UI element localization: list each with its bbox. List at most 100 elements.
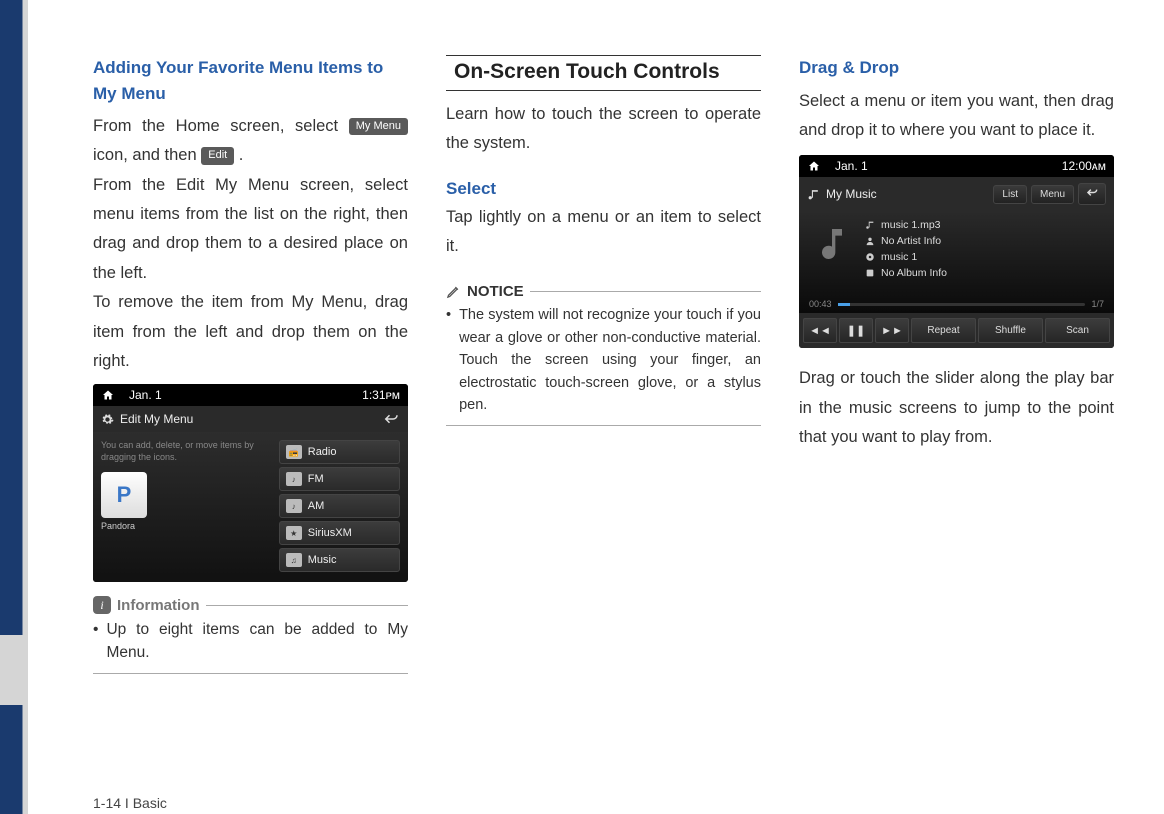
screenshot-my-music: Jan. 1 12:00ᴀᴍ My Music List Menu: [799, 155, 1114, 348]
list-label: FM: [308, 473, 324, 485]
repeat-button: Repeat: [911, 318, 976, 343]
time-elapsed: 00:43: [809, 299, 832, 309]
song-name: music 1: [881, 251, 917, 263]
ss1-date: Jan. 1: [129, 388, 162, 402]
my-menu-button-label: My Menu: [349, 118, 408, 135]
prev-button: ◄◄: [803, 318, 837, 343]
list-button: List: [993, 185, 1027, 204]
back-button: [1078, 183, 1106, 205]
artist-icon: [865, 236, 875, 246]
am-icon: ♪: [286, 499, 302, 513]
paragraph-3: To remove the item from My Menu, drag it…: [93, 288, 408, 376]
section-on-screen-touch: On-Screen Touch Controls: [446, 55, 761, 91]
notice-footer-divider: [446, 425, 761, 426]
ss1-statusbar: Jan. 1 1:31ᴘᴍ: [93, 384, 408, 406]
album-name: No Album Info: [881, 267, 947, 279]
pause-button: ❚❚: [839, 318, 873, 343]
back-icon: [382, 412, 400, 426]
information-block: i Information • Up to eight items can be…: [93, 596, 408, 674]
list-item-music: ♫ Music: [279, 548, 400, 572]
column-3: Drag & Drop Select a menu or item you wa…: [799, 55, 1114, 814]
next-button: ►►: [875, 318, 909, 343]
music-icon: ♫: [286, 553, 302, 567]
scan-button: Scan: [1045, 318, 1110, 343]
bullet-dot: •: [93, 618, 98, 665]
album-art-placeholder: [809, 219, 855, 269]
list-item-am: ♪ AM: [279, 494, 400, 518]
ss1-hint: You can add, delete, or move items by dr…: [101, 440, 271, 463]
paragraph-2: From the Edit My Menu screen, select men…: [93, 171, 408, 288]
list-item-siriusxm: ★ SiriusXM: [279, 521, 400, 545]
gear-icon: [101, 413, 114, 426]
artist-name: No Artist Info: [881, 235, 941, 247]
dragdrop-paragraph-2: Drag or touch the slider along the play …: [799, 364, 1114, 452]
fm-icon: ♪: [286, 472, 302, 486]
notice-label: NOTICE: [467, 283, 524, 300]
ss2-title: My Music: [826, 187, 877, 201]
bullet-dot: •: [446, 304, 451, 416]
pandora-app-icon: P: [101, 472, 147, 518]
edit-button-label: Edit: [201, 147, 234, 164]
ss2-body: music 1.mp3 No Artist Info music 1 No Al…: [799, 211, 1114, 313]
pandora-app-label: Pandora: [101, 521, 271, 531]
music-note-icon: [812, 221, 852, 267]
menu-button: Menu: [1031, 185, 1074, 204]
ss2-titlebar: My Music List Menu: [799, 177, 1114, 211]
info-header: i Information: [93, 596, 408, 614]
info-bullet-text: Up to eight items can be added to My Men…: [106, 618, 408, 665]
progress-row: 00:43 1/7: [809, 299, 1104, 309]
p1-text-c: .: [234, 146, 243, 164]
back-icon: [1085, 187, 1099, 198]
playback-controls: ◄◄ ❚❚ ►► Repeat Shuffle Scan: [799, 313, 1114, 348]
list-item-fm: ♪ FM: [279, 467, 400, 491]
sidebar-tab: [0, 635, 28, 705]
heading-select: Select: [446, 179, 761, 199]
album-icon: [865, 268, 875, 278]
notice-bullet-text: The system will not recognize your touch…: [459, 304, 761, 416]
list-label: AM: [308, 500, 325, 512]
column-1: Adding Your Favorite Menu Items to My Me…: [93, 55, 408, 814]
notice-header: NOTICE: [446, 283, 761, 300]
track-name: music 1.mp3: [881, 219, 941, 231]
list-label: Music: [308, 554, 337, 566]
heading-drag-drop: Drag & Drop: [799, 55, 1114, 81]
page-footer: 1-14 I Basic: [93, 795, 167, 811]
shuffle-button: Shuffle: [978, 318, 1043, 343]
ss1-time: 1:31ᴘᴍ: [362, 388, 400, 402]
notice-bullet: • The system will not recognize your tou…: [446, 304, 761, 416]
dragdrop-paragraph-1: Select a menu or item you want, then dra…: [799, 87, 1114, 146]
home-icon: [807, 160, 821, 172]
screenshot-edit-my-menu: Jan. 1 1:31ᴘᴍ Edit My Menu You can add, …: [93, 384, 408, 582]
list-label: SiriusXM: [308, 527, 352, 539]
pandora-letter: P: [117, 482, 132, 508]
p1-text-a: From the Home screen, select: [93, 117, 349, 135]
progress-bar: [838, 303, 1086, 306]
music-lib-icon: [807, 188, 820, 201]
sirius-icon: ★: [286, 526, 302, 540]
track-info: music 1.mp3 No Artist Info music 1 No Al…: [865, 219, 1104, 297]
column-2: On-Screen Touch Controls Learn how to to…: [446, 55, 761, 814]
ss2-date: Jan. 1: [835, 159, 868, 173]
section-intro: Learn how to touch the screen to operate…: [446, 100, 761, 159]
info-divider: [206, 605, 409, 606]
select-paragraph: Tap lightly on a menu or an item to sele…: [446, 203, 761, 262]
page-content: Adding Your Favorite Menu Items to My Me…: [28, 0, 1164, 814]
ss2-statusbar: Jan. 1 12:00ᴀᴍ: [799, 155, 1114, 177]
home-icon: [101, 389, 115, 401]
info-badge-icon: i: [93, 596, 111, 614]
p1-text-b: icon, and then: [93, 146, 201, 164]
list-item-radio: 📻Radio: [279, 440, 400, 464]
left-margin-sidebar: [0, 0, 28, 814]
ss1-title: Edit My Menu: [120, 412, 193, 426]
list-label: Radio: [308, 446, 337, 458]
info-footer-divider: [93, 673, 408, 674]
track-icon: [865, 220, 875, 230]
paragraph-1: From the Home screen, select My Menu ico…: [93, 112, 408, 171]
track-counter: 1/7: [1091, 299, 1104, 309]
ss2-time: 12:00ᴀᴍ: [1062, 159, 1106, 173]
ss1-body: You can add, delete, or move items by dr…: [93, 432, 408, 582]
notice-divider: [530, 291, 761, 292]
ss1-titlebar: Edit My Menu: [93, 406, 408, 432]
info-bullet: • Up to eight items can be added to My M…: [93, 618, 408, 665]
song-icon: [865, 252, 875, 262]
